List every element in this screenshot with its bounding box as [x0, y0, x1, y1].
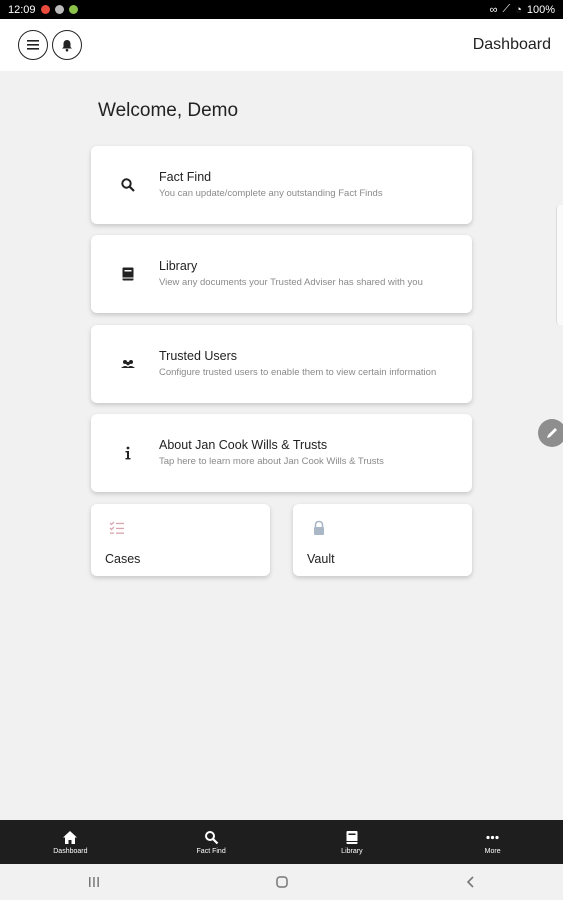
battery-level: 100% [526, 3, 555, 16]
book-icon [122, 267, 134, 281]
edit-button[interactable] [538, 419, 563, 447]
nav-dashboard[interactable]: Dashboard [0, 820, 141, 864]
lock-icon [314, 520, 324, 535]
signal-icon: ⟋ [502, 3, 511, 15]
nav-label: Dashboard [53, 847, 88, 855]
tile-label: Vault [307, 552, 335, 566]
menu-icon [27, 40, 39, 50]
tile-label: Cases [105, 552, 141, 566]
recent-apps-icon[interactable] [87, 876, 101, 888]
link-icon: ∞ [489, 3, 498, 16]
card-title: About Jan Cook Wills & Trusts [159, 438, 328, 452]
book-icon [346, 830, 358, 844]
system-nav-bar [0, 864, 563, 900]
card-subtitle: Configure trusted users to enable them t… [159, 367, 437, 378]
edge-panel-handle[interactable] [556, 205, 563, 325]
search-icon [204, 830, 218, 844]
nav-label: More [484, 847, 501, 855]
status-time: 12:09 [8, 3, 36, 16]
nav-label: Fact Find [196, 847, 226, 855]
nav-fact-find[interactable]: Fact Find [141, 820, 282, 864]
checklist-icon [109, 521, 124, 534]
app-bar: Dashboard [0, 19, 563, 71]
fact-find-card[interactable]: Fact Find You can update/complete any ou… [91, 146, 472, 224]
status-bar: 12:09 ∞ ⟋ ◔ 100% [0, 0, 563, 19]
card-title: Fact Find [159, 170, 212, 184]
nav-label: Library [341, 847, 363, 855]
library-card[interactable]: Library View any documents your Trusted … [91, 235, 472, 313]
more-icon [486, 835, 499, 839]
welcome-heading: Welcome, Demo [98, 100, 239, 121]
pencil-icon [547, 428, 557, 438]
card-title: Trusted Users [159, 349, 238, 363]
card-subtitle: Tap here to learn more about Jan Cook Wi… [159, 456, 384, 467]
location-icon [54, 5, 64, 14]
users-icon [121, 360, 135, 368]
page-title: Dashboard [472, 36, 551, 53]
trusted-users-card[interactable]: Trusted Users Configure trusted users to… [91, 325, 472, 403]
home-button-icon[interactable] [275, 875, 289, 889]
nav-more[interactable]: More [422, 820, 563, 864]
cases-tile[interactable]: Cases [91, 504, 270, 576]
menu-button[interactable] [18, 30, 48, 60]
home-icon [63, 830, 78, 844]
about-card[interactable]: About Jan Cook Wills & Trusts Tap here t… [91, 414, 472, 492]
nav-library[interactable]: Library [282, 820, 423, 864]
chrome-icon [40, 5, 50, 14]
notifications-button[interactable] [52, 30, 82, 60]
card-subtitle: You can update/complete any outstanding … [159, 188, 383, 199]
wifi-icon: ◔ [515, 3, 522, 16]
bottom-nav: Dashboard Fact Find Library More [0, 820, 563, 864]
android-icon [68, 5, 78, 14]
search-icon [121, 178, 135, 192]
card-title: Library [159, 259, 198, 273]
bell-icon [62, 39, 72, 51]
info-icon [125, 446, 131, 460]
card-subtitle: View any documents your Trusted Adviser … [159, 277, 423, 288]
vault-tile[interactable]: Vault [293, 504, 472, 576]
back-icon[interactable] [464, 875, 476, 889]
